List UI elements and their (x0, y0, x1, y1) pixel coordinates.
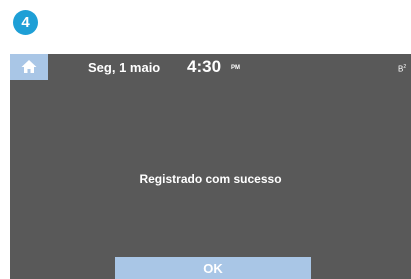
thermostat-screen: Seg, 1 maio 4:30 PM B2 Registrado com su… (10, 54, 411, 279)
ok-button[interactable]: OK (115, 257, 311, 279)
home-button[interactable] (10, 54, 48, 80)
time-display: 4:30 (187, 57, 222, 76)
success-message: Registrado com sucesso (139, 172, 282, 186)
status-bar: Seg, 1 maio 4:30 PM B2 (10, 54, 411, 83)
step-number-badge: 4 (13, 10, 38, 35)
status-indicator-sup: 2 (403, 64, 407, 70)
date-display: Seg, 1 maio (88, 60, 161, 75)
ampm-indicator: PM (231, 65, 240, 71)
home-icon (21, 60, 37, 73)
status-indicator: B2 (398, 64, 406, 74)
